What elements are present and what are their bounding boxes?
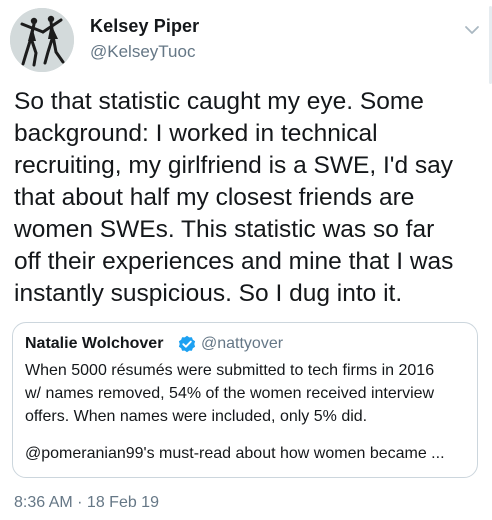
chevron-down-icon[interactable] <box>462 22 482 38</box>
tweet: Kelsey Piper @KelseyTuoc So that statist… <box>0 0 492 520</box>
tweet-text-line: recruiting, my girlfriend is a SWE, I'd … <box>14 152 454 179</box>
avatar[interactable] <box>10 8 74 72</box>
quoted-author-name: Natalie Wolchover <box>25 335 164 352</box>
quoted-author-handle: @nattyover <box>201 335 284 352</box>
author-handle[interactable]: @KelseyTuoc <box>90 42 195 62</box>
quoted-tweet-card[interactable]: Natalie Wolchover @nattyover When 5000 r… <box>12 322 478 478</box>
timestamp-time: 8:36 AM <box>14 494 73 511</box>
tweet-text-line: background: I worked in technical <box>14 120 378 147</box>
quoted-tweet-text: When 5000 résumés were submitted to tech… <box>25 359 471 428</box>
tweet-text-line: So that statistic caught my eye. Some <box>14 88 424 115</box>
dancing-couple-avatar-icon <box>10 8 74 72</box>
tweet-timestamp[interactable]: 8:36 AM · 18 Feb 19 <box>14 494 159 512</box>
tweet-text-line: women SWEs. This statistic was so far <box>14 216 435 243</box>
quoted-text-line: w/ names removed, 54% of the women recei… <box>25 385 435 402</box>
tweet-text: So that statistic caught my eye. Some ba… <box>14 86 484 310</box>
author-display-name[interactable]: Kelsey Piper <box>90 16 199 37</box>
quoted-text-truncated-line: @pomeranian99's must-read about how wome… <box>25 445 445 462</box>
quoted-text-line: When 5000 résumés were submitted to tech… <box>25 362 435 379</box>
tweet-text-line: that about half my closest friends are <box>14 184 415 211</box>
verified-badge-icon <box>178 335 196 353</box>
timestamp-date: 18 Feb 19 <box>86 494 159 511</box>
tweet-text-line: off their experiences and mine that I wa… <box>14 248 454 275</box>
tweet-text-line: instantly suspicious. So I dug into it. <box>14 280 403 307</box>
quoted-text-line: offers. When names were included, only 5… <box>25 408 368 425</box>
timestamp-separator: · <box>72 494 87 511</box>
